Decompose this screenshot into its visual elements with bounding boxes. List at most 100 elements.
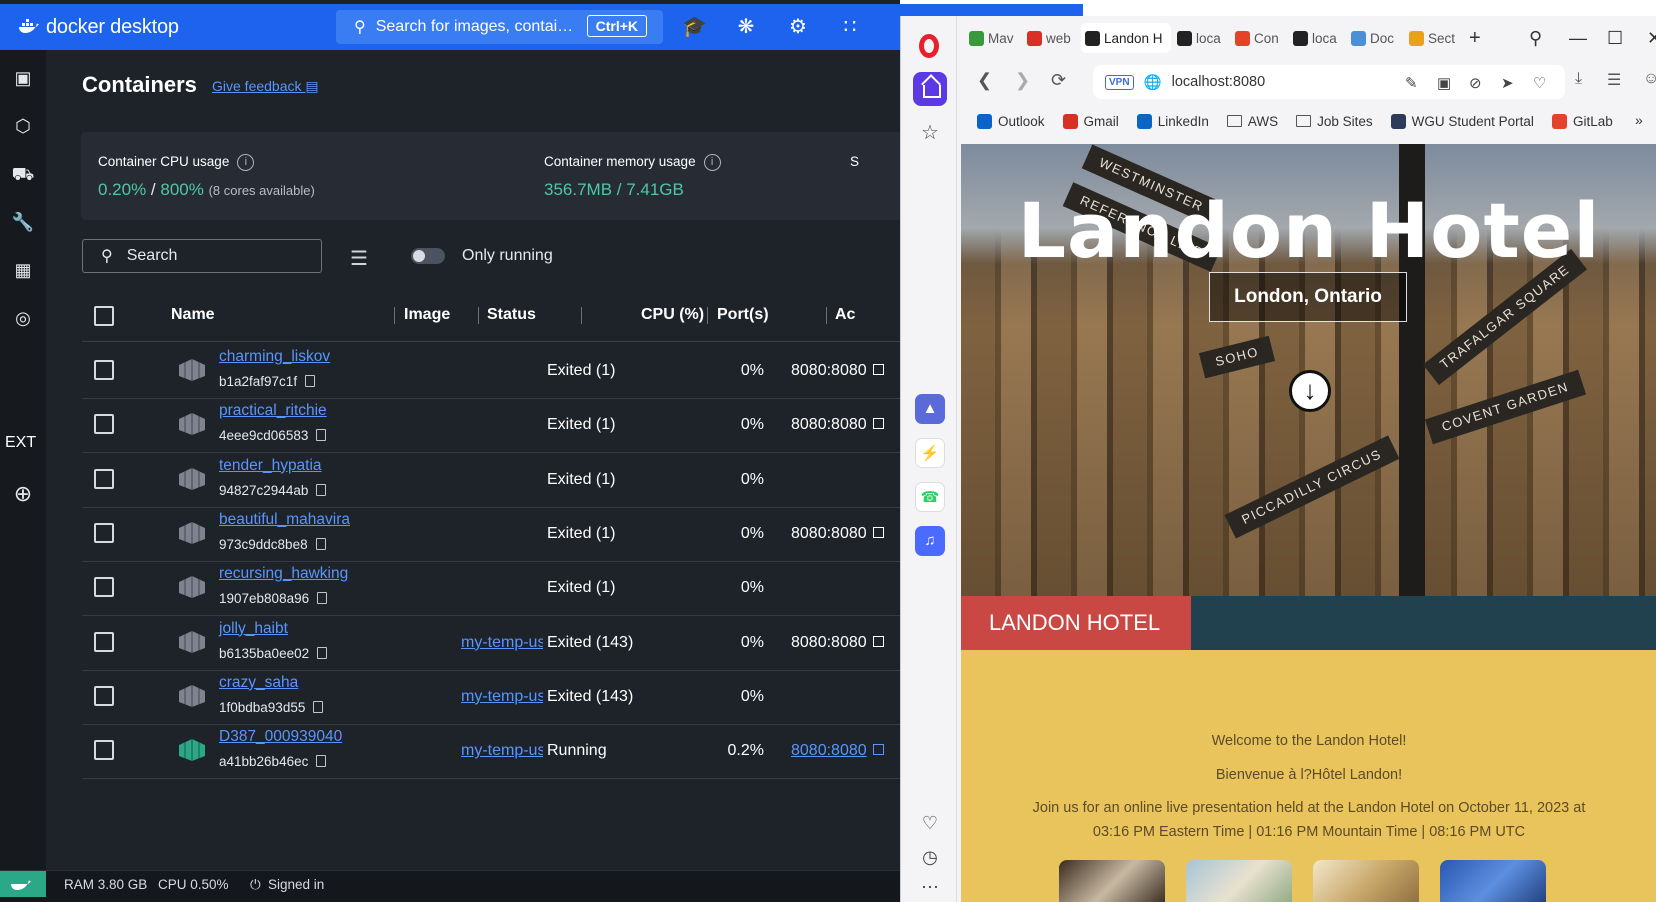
select-all-checkbox[interactable]: [94, 306, 114, 326]
column-divider[interactable]: [394, 307, 395, 324]
column-actions[interactable]: Ac: [835, 306, 855, 324]
easy-setup-icon[interactable]: ☰: [1607, 70, 1621, 90]
bookmark-item[interactable]: Job Sites: [1296, 114, 1373, 129]
copy-icon[interactable]: [316, 483, 327, 496]
column-ports[interactable]: Port(s): [717, 306, 769, 324]
column-divider[interactable]: [478, 307, 479, 324]
table-row[interactable]: D387_000939040 a41bb26b46ec my-temp-us Runn…: [82, 722, 935, 780]
bookmarks-overflow-icon[interactable]: »: [1635, 112, 1643, 128]
tab-search-icon[interactable]: ⚲: [1529, 28, 1542, 49]
container-name[interactable]: jolly_haibt: [219, 620, 288, 638]
column-image[interactable]: Image: [404, 306, 450, 324]
forward-icon[interactable]: ❯: [1015, 70, 1030, 91]
copy-icon[interactable]: [313, 700, 324, 713]
image-link[interactable]: my-temp-us: [461, 688, 543, 706]
dev-environments-icon[interactable]: 🔧: [9, 208, 37, 236]
port-link[interactable]: 8080:8080: [791, 634, 884, 652]
browser-tab[interactable]: Doc: [1347, 23, 1403, 53]
columns-toggle-icon[interactable]: ☰: [350, 246, 368, 271]
more-icon[interactable]: ⋯: [915, 872, 945, 902]
port-link[interactable]: 8080:8080: [791, 742, 884, 760]
row-checkbox[interactable]: [94, 468, 114, 489]
aria-icon[interactable]: ▲: [915, 394, 945, 424]
history-icon[interactable]: ◷: [915, 842, 945, 872]
docker-logo[interactable]: docker desktop: [18, 16, 179, 39]
browser-tab[interactable]: Mav: [965, 23, 1021, 53]
row-checkbox[interactable]: [94, 360, 114, 380]
row-checkbox[interactable]: [94, 577, 114, 598]
image-link[interactable]: my-temp-us: [461, 742, 543, 760]
row-checkbox[interactable]: [94, 631, 114, 652]
table-row[interactable]: beautiful_mahavira 973c9ddc8be8 Exited (1)…: [82, 505, 935, 562]
whatsapp-icon[interactable]: ☎: [915, 482, 945, 512]
row-checkbox[interactable]: [94, 522, 114, 543]
container-name[interactable]: recursing_hawking: [219, 565, 348, 583]
container-name[interactable]: practical_ritchie: [219, 402, 327, 420]
column-name[interactable]: Name: [171, 306, 215, 324]
containers-icon[interactable]: ▣: [9, 64, 37, 92]
give-feedback-link[interactable]: Give feedback ▤: [212, 78, 319, 95]
container-name[interactable]: crazy_saha: [219, 674, 298, 692]
table-row[interactable]: tender_hypatia 94827c2944ab Exited (1) 0%: [82, 451, 935, 508]
gallery-image[interactable]: [1313, 860, 1419, 902]
table-row[interactable]: recursing_hawking 1907eb808a96 Exited (1) 0…: [82, 559, 935, 617]
gallery-image[interactable]: [1059, 860, 1165, 902]
browser-tab[interactable]: Con: [1231, 23, 1287, 53]
column-divider[interactable]: [826, 307, 827, 324]
apps-grid-icon[interactable]: ∷: [838, 15, 862, 39]
container-name[interactable]: charming_liskov: [219, 348, 330, 366]
snapshot-icon[interactable]: ▣: [1437, 74, 1451, 92]
learning-center-icon[interactable]: 🎓: [682, 15, 707, 39]
gear-icon[interactable]: ⚙: [786, 15, 810, 39]
engine-status-icon[interactable]: [0, 871, 46, 897]
container-name[interactable]: D387_000939040: [219, 728, 342, 746]
edit-icon[interactable]: ✎: [1405, 74, 1418, 92]
back-icon[interactable]: ❮: [977, 70, 992, 91]
container-search-input[interactable]: ⚲ Search: [82, 239, 322, 273]
row-checkbox[interactable]: [94, 685, 114, 706]
vpn-badge[interactable]: VPN: [1105, 74, 1134, 90]
pinboard-icon[interactable]: ☆: [915, 118, 945, 148]
column-divider[interactable]: [707, 307, 708, 324]
only-running-toggle[interactable]: [411, 248, 445, 264]
minimize-icon[interactable]: —: [1569, 28, 1587, 49]
browser-tab[interactable]: Landon H: [1081, 23, 1171, 53]
adblock-icon[interactable]: ⊘: [1469, 74, 1482, 92]
add-extension-icon[interactable]: ⊕: [9, 480, 37, 508]
profile-icon[interactable]: ☺: [1643, 70, 1656, 88]
images-icon[interactable]: ⬡: [9, 112, 37, 140]
gallery-image[interactable]: [1186, 860, 1292, 902]
home-icon[interactable]: [913, 72, 947, 106]
heart-icon[interactable]: ♡: [915, 808, 945, 838]
info-icon[interactable]: i: [237, 154, 255, 171]
global-search[interactable]: ⚲ Search for images, contai… Ctrl+K: [336, 10, 663, 44]
close-icon[interactable]: ✕: [1647, 28, 1656, 49]
reload-icon[interactable]: ⟳: [1051, 70, 1066, 91]
row-checkbox[interactable]: [94, 740, 114, 761]
browser-tab[interactable]: loca: [1173, 23, 1229, 53]
info-icon[interactable]: i: [703, 154, 721, 171]
scout-icon[interactable]: ◎: [9, 304, 37, 332]
bookmark-heart-icon[interactable]: ♡: [1533, 74, 1546, 92]
browser-tab[interactable]: loca: [1289, 23, 1345, 53]
bookmark-item[interactable]: Outlook: [977, 113, 1045, 129]
gallery-image[interactable]: [1440, 860, 1546, 902]
builds-icon[interactable]: ▦: [9, 256, 37, 284]
browser-tab[interactable]: web: [1023, 23, 1079, 53]
copy-icon[interactable]: [305, 375, 316, 387]
column-cpu[interactable]: CPU (%): [641, 306, 704, 324]
signed-in-status[interactable]: Signed in: [268, 877, 324, 892]
row-checkbox[interactable]: [94, 414, 114, 435]
maximize-icon[interactable]: ☐: [1607, 28, 1623, 49]
table-row[interactable]: jolly_haibt b6135ba0ee02 my-temp-us Exited …: [82, 614, 935, 671]
image-link[interactable]: my-temp-us: [461, 634, 543, 652]
copy-icon[interactable]: [317, 646, 328, 659]
bookmark-item[interactable]: LinkedIn: [1136, 113, 1209, 129]
bookmark-item[interactable]: AWS: [1226, 114, 1278, 129]
download-icon[interactable]: ⤓: [1575, 70, 1582, 88]
volumes-icon[interactable]: ⛟: [9, 160, 37, 188]
table-row[interactable]: practical_ritchie 4eee9cd06583 Exited (1) 0…: [82, 396, 935, 454]
opera-menu-icon[interactable]: [919, 34, 939, 58]
new-tab-icon[interactable]: +: [1469, 27, 1481, 50]
port-link[interactable]: 8080:8080: [791, 416, 884, 434]
